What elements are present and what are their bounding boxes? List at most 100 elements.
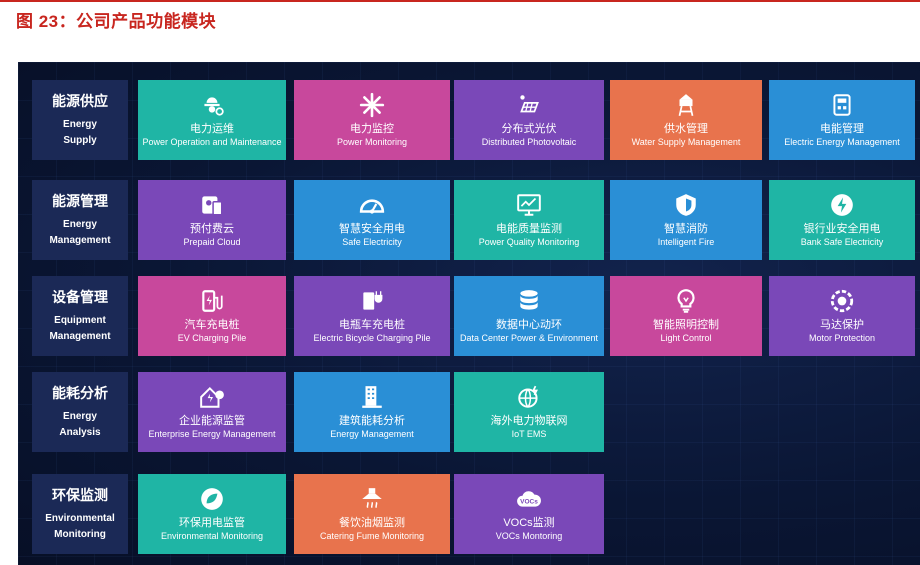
module-tile-environmental-monitoring[interactable]: 环保用电监管 Environmental Monitoring <box>138 474 286 554</box>
module-label-zh: 马达保护 <box>820 319 864 331</box>
module-label-zh: 汽车充电桩 <box>184 319 240 331</box>
module-label-zh: 环保用电监管 <box>179 517 245 529</box>
category-environmental-monitoring: 环保监测 Environmental Monitoring <box>32 474 128 554</box>
meter-icon <box>827 90 857 120</box>
plug-charger-icon <box>357 286 387 316</box>
module-label-en: Environmental Monitoring <box>160 531 264 541</box>
module-tile-motor-protection[interactable]: 马达保护 Motor Protection <box>769 276 915 356</box>
category-label-en: Management <box>49 235 111 246</box>
module-label-en: EV Charging Pile <box>177 333 247 343</box>
header-rule <box>0 0 920 2</box>
category-label-en: Equipment <box>54 315 106 326</box>
module-label-zh: 智慧消防 <box>664 223 708 235</box>
module-tile-enterprise-energy-management[interactable]: 企业能源监管 Enterprise Energy Management <box>138 372 286 452</box>
category-label-en: Management <box>49 331 111 342</box>
module-label-en: Power Operation and Maintenance <box>142 137 282 147</box>
module-label-zh: 电力运维 <box>190 123 234 135</box>
category-label-en: Energy <box>63 219 97 230</box>
module-label-en: VOCs Montoring <box>495 531 563 541</box>
module-tile-distributed-photovoltaic[interactable]: 分布式光伏 Distributed Photovoltaic <box>454 80 604 160</box>
motor-icon <box>827 286 857 316</box>
module-label-en: Distributed Photovoltaic <box>481 137 577 147</box>
module-tile-prepaid-cloud[interactable]: 预付费云 Prepaid Cloud <box>138 180 286 260</box>
globe-icon <box>514 382 544 412</box>
module-tile-electric-bicycle-charging-pile[interactable]: 电瓶车充电桩 Electric Bicycle Charging Pile <box>294 276 450 356</box>
module-label-en: Bank Safe Electricity <box>800 237 884 247</box>
module-tile-energy-management[interactable]: 建筑能耗分析 Energy Management <box>294 372 450 452</box>
category-label-zh: 能耗分析 <box>52 385 108 401</box>
module-tile-catering-fume-monitoring[interactable]: 餐饮油烟监测 Catering Fume Monitoring <box>294 474 450 554</box>
category-equipment-management: 设备管理 Equipment Management <box>32 276 128 356</box>
ev-charger-icon <box>197 286 227 316</box>
module-tile-ev-charging-pile[interactable]: 汽车充电桩 EV Charging Pile <box>138 276 286 356</box>
category-label-en: Energy <box>63 411 97 422</box>
range-hood-icon <box>357 484 387 514</box>
module-label-en: Enterprise Energy Management <box>148 429 276 439</box>
monitor-chart-icon <box>514 190 544 220</box>
category-energy-supply: 能源供应 Energy Supply <box>32 80 128 160</box>
home-energy-icon <box>197 382 227 412</box>
module-tile-bank-safe-electricity[interactable]: 银行业安全用电 Bank Safe Electricity <box>769 180 915 260</box>
module-tile-power-monitoring[interactable]: 电力监控 Power Monitoring <box>294 80 450 160</box>
vocs-cloud-icon: VOCs <box>514 484 544 514</box>
module-label-zh: 建筑能耗分析 <box>339 415 405 427</box>
category-energy-management: 能源管理 Energy Management <box>32 180 128 260</box>
category-label-en: Energy <box>63 119 97 130</box>
module-label-zh: 餐饮油烟监测 <box>339 517 405 529</box>
module-label-en: Energy Management <box>330 429 414 439</box>
solar-panel-icon <box>514 90 544 120</box>
category-label-en: Environmental <box>45 513 115 524</box>
svg-text:VOCs: VOCs <box>520 498 538 505</box>
category-label-en: Supply <box>63 135 97 146</box>
prepaid-icon <box>197 190 227 220</box>
module-label-zh: 电力监控 <box>350 123 394 135</box>
module-tile-iot-ems[interactable]: 海外电力物联网 IoT EMS <box>454 372 604 452</box>
module-label-en: Water Supply Management <box>631 137 741 147</box>
module-label-zh: 电能管理 <box>820 123 864 135</box>
module-label-zh: 分布式光伏 <box>501 123 557 135</box>
module-label-zh: 智慧安全用电 <box>339 223 405 235</box>
module-label-zh: 电能质量监测 <box>496 223 562 235</box>
product-module-panel: 能源供应 Energy Supply 能源管理 Energy Management 设备管理… <box>18 62 920 565</box>
gauge-icon <box>357 190 387 220</box>
module-label-zh: 智能照明控制 <box>653 319 719 331</box>
module-label-zh: 电瓶车充电桩 <box>339 319 405 331</box>
worker-icon <box>197 90 227 120</box>
category-label-en: Monitoring <box>54 529 106 540</box>
figure-title: 图 23：公司产品功能模块 <box>16 12 217 31</box>
module-tile-light-control[interactable]: 智能照明控制 Light Control <box>610 276 762 356</box>
module-label-en: IoT EMS <box>511 429 547 439</box>
category-label-en: Analysis <box>59 427 101 438</box>
module-tile-safe-electricity[interactable]: 智慧安全用电 Safe Electricity <box>294 180 450 260</box>
building-icon <box>357 382 387 412</box>
module-tile-water-supply-management[interactable]: 供水管理 Water Supply Management <box>610 80 762 160</box>
module-label-en: Data Center Power & Environment <box>459 333 599 343</box>
module-tile-data-center-power-environment[interactable]: 数据中心动环 Data Center Power & Environment <box>454 276 604 356</box>
bulb-icon <box>671 286 701 316</box>
module-label-en: Electric Bicycle Charging Pile <box>313 333 431 343</box>
module-label-zh: 预付费云 <box>190 223 234 235</box>
module-tile-vocs-montoring[interactable]: VOCs VOCs监测 VOCs Montoring <box>454 474 604 554</box>
module-label-zh: 数据中心动环 <box>496 319 562 331</box>
spark-icon <box>357 90 387 120</box>
module-tile-electric-energy-management[interactable]: 电能管理 Electric Energy Management <box>769 80 915 160</box>
category-label-zh: 环保监测 <box>52 487 108 503</box>
module-label-zh: 银行业安全用电 <box>803 223 881 235</box>
module-label-zh: 海外电力物联网 <box>490 415 568 427</box>
module-label-en: Prepaid Cloud <box>183 237 241 247</box>
module-tile-intelligent-fire[interactable]: 智慧消防 Intelligent Fire <box>610 180 762 260</box>
water-tower-icon <box>671 90 701 120</box>
bolt-circle-icon <box>827 190 857 220</box>
module-label-en: Power Monitoring <box>336 137 408 147</box>
database-icon <box>514 286 544 316</box>
module-label-en: Power Quality Monitoring <box>478 237 580 247</box>
module-label-en: Motor Protection <box>808 333 876 343</box>
module-label-en: Intelligent Fire <box>657 237 715 247</box>
category-label-zh: 设备管理 <box>52 289 108 305</box>
leaf-icon <box>197 484 227 514</box>
module-tile-power-quality-monitoring[interactable]: 电能质量监测 Power Quality Monitoring <box>454 180 604 260</box>
module-label-en: Catering Fume Monitoring <box>319 531 425 541</box>
module-label-en: Light Control <box>660 333 712 343</box>
category-label-zh: 能源管理 <box>52 193 108 209</box>
module-tile-power-operation-and-maintenance[interactable]: 电力运维 Power Operation and Maintenance <box>138 80 286 160</box>
